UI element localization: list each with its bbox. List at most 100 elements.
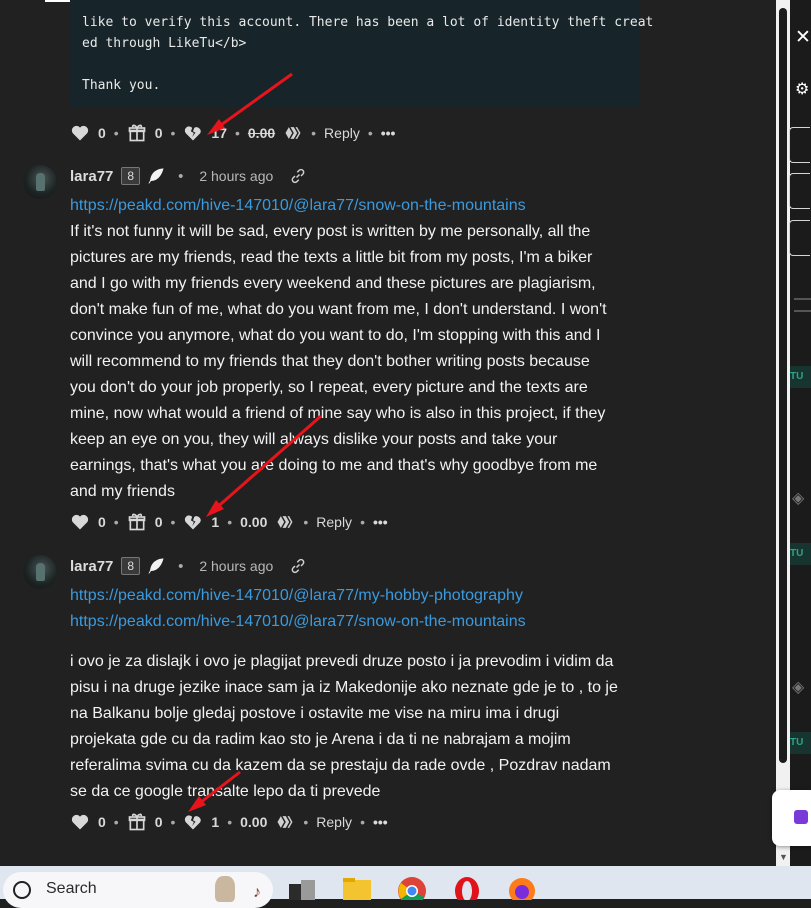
hive-logo-icon bbox=[285, 127, 301, 139]
body-line: earnings, that's what you are doing to m… bbox=[70, 457, 598, 474]
body-line: referalima svima cu da kazem da se prest… bbox=[70, 757, 611, 774]
separator: • bbox=[113, 814, 119, 830]
separator: • bbox=[178, 167, 184, 185]
separator: • bbox=[178, 557, 184, 575]
downvote-button[interactable]: 1 bbox=[183, 812, 219, 832]
file-explorer-icon[interactable] bbox=[342, 876, 372, 900]
body-line: pisu i na druge jezike inace sam ja iz M… bbox=[70, 679, 618, 696]
avatar[interactable] bbox=[23, 165, 57, 199]
body-line: na Balkanu bolje gledaj postove i ostavi… bbox=[70, 705, 560, 722]
hive-logo-icon: ◈ bbox=[792, 679, 805, 696]
reputation-badge: 8 bbox=[121, 167, 141, 185]
downvote-button[interactable]: 1 bbox=[183, 512, 219, 532]
chrome-icon[interactable] bbox=[397, 876, 427, 900]
code-line: Thank you. bbox=[82, 78, 161, 93]
reply-button[interactable]: Reply bbox=[316, 514, 352, 530]
opera-icon[interactable] bbox=[452, 876, 482, 900]
taskbar: Search ♪ bbox=[0, 866, 811, 908]
separator: • bbox=[303, 814, 309, 830]
body-line: projekata gde cu da radim kao sto je Are… bbox=[70, 731, 571, 748]
more-options-button[interactable]: ••• bbox=[373, 514, 388, 530]
task-view-icon[interactable] bbox=[287, 876, 317, 900]
separator: • bbox=[303, 514, 309, 530]
body-line: will recommend to my friends that they d… bbox=[70, 353, 590, 370]
separator: • bbox=[113, 125, 119, 141]
like-button[interactable]: 0 bbox=[70, 812, 106, 832]
more-options-button[interactable]: ••• bbox=[381, 125, 396, 141]
separator: • bbox=[311, 125, 317, 141]
body-line: se da ce google transalte lepo da ti pre… bbox=[70, 783, 381, 800]
reply-button[interactable]: Reply bbox=[324, 125, 360, 141]
like-button[interactable]: 0 bbox=[70, 123, 106, 143]
link-icon[interactable] bbox=[289, 167, 307, 185]
vote-count: 1 bbox=[211, 514, 220, 530]
link-icon[interactable] bbox=[289, 557, 307, 575]
vote-count: 1 bbox=[211, 814, 220, 830]
tip-count: 0 bbox=[154, 514, 163, 530]
like-button[interactable]: 0 bbox=[70, 512, 106, 532]
close-icon[interactable]: ✕ bbox=[795, 26, 811, 49]
body-line: mine, now what would a friend of mine sa… bbox=[70, 405, 606, 422]
timestamp[interactable]: 2 hours ago bbox=[199, 558, 273, 574]
hive-logo-icon bbox=[277, 816, 293, 828]
floating-extension-button[interactable] bbox=[772, 790, 811, 846]
avatar[interactable] bbox=[23, 555, 57, 589]
separator: • bbox=[360, 814, 365, 830]
username[interactable]: lara77 bbox=[70, 168, 113, 185]
comment-link[interactable]: https://peakd.com/hive-147010/@lara77/sn… bbox=[70, 197, 526, 215]
separator: • bbox=[227, 514, 233, 530]
side-panel-field[interactable] bbox=[789, 173, 810, 209]
like-count: 0 bbox=[98, 514, 106, 530]
broken-heart-icon bbox=[185, 126, 202, 141]
side-badge: TU bbox=[790, 543, 811, 565]
side-badge: TU bbox=[790, 732, 811, 754]
gear-icon[interactable]: ⚙ bbox=[795, 79, 809, 99]
taskbar-search[interactable]: Search ♪ bbox=[3, 872, 273, 908]
username[interactable]: lara77 bbox=[70, 558, 113, 575]
reply-button[interactable]: Reply bbox=[316, 814, 352, 830]
more-options-button[interactable]: ••• bbox=[373, 814, 388, 830]
vote-count: 17 bbox=[211, 125, 227, 141]
gift-icon bbox=[128, 124, 146, 142]
payout-value[interactable]: 0.00 bbox=[248, 125, 275, 141]
downvote-button[interactable]: 17 bbox=[183, 123, 227, 143]
hive-logo-icon: ◈ bbox=[792, 490, 805, 507]
separator: • bbox=[227, 814, 233, 830]
comment-body: If it's not funny it will be sad, every … bbox=[70, 219, 645, 505]
body-line: If it's not funny it will be sad, every … bbox=[70, 223, 591, 240]
broken-heart-icon bbox=[185, 815, 202, 830]
tip-count: 0 bbox=[154, 125, 163, 141]
separator: • bbox=[170, 814, 176, 830]
post-code-block: like to verify this account. There has b… bbox=[70, 0, 653, 107]
broken-heart-icon bbox=[185, 515, 202, 530]
tip-button[interactable]: 0 bbox=[127, 812, 163, 832]
comment-action-bar: 0 • 0 • 1 • 0.00 • Reply • ••• bbox=[70, 510, 388, 534]
payout-value[interactable]: 0.00 bbox=[240, 814, 267, 830]
hive-logo-icon bbox=[277, 516, 293, 528]
comment-link[interactable]: https://peakd.com/hive-147010/@lara77/sn… bbox=[70, 613, 526, 631]
side-panel-field[interactable] bbox=[789, 220, 810, 256]
feather-icon bbox=[148, 168, 164, 184]
scrollbar[interactable]: ▼ bbox=[776, 0, 790, 866]
comments-thread: like to verify this account. There has b… bbox=[0, 0, 776, 866]
tip-button[interactable]: 0 bbox=[127, 123, 163, 143]
separator: • bbox=[367, 125, 373, 141]
tip-button[interactable]: 0 bbox=[127, 512, 163, 532]
comment-link[interactable]: https://peakd.com/hive-147010/@lara77/my… bbox=[70, 587, 523, 605]
menu-lines-icon[interactable] bbox=[794, 298, 811, 312]
heart-icon bbox=[71, 125, 89, 141]
scroll-down-arrow[interactable]: ▼ bbox=[779, 852, 788, 862]
like-count: 0 bbox=[98, 814, 106, 830]
scrollbar-thumb[interactable] bbox=[779, 8, 787, 763]
payout-value[interactable]: 0.00 bbox=[240, 514, 267, 530]
side-panel-field[interactable] bbox=[789, 127, 810, 163]
clipboard-icon bbox=[794, 810, 808, 824]
separator: • bbox=[360, 514, 365, 530]
body-line: keep an eye on you, they will always dis… bbox=[70, 431, 558, 448]
comment-header: lara77 8 • 2 hours ago bbox=[70, 164, 307, 188]
timestamp[interactable]: 2 hours ago bbox=[199, 168, 273, 184]
body-line: don't make fun of me, what do you want f… bbox=[70, 301, 607, 318]
heart-icon bbox=[71, 814, 89, 830]
firefox-icon[interactable] bbox=[507, 876, 537, 900]
separator: • bbox=[170, 125, 176, 141]
